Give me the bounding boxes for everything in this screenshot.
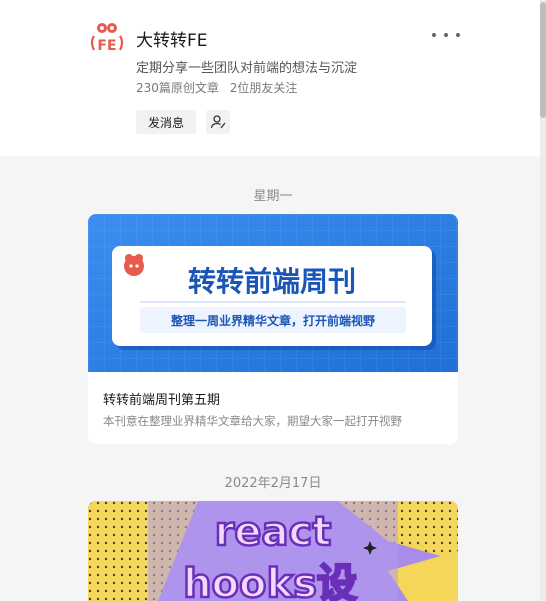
article-title[interactable]: 转转前端周刊第五期 (103, 389, 220, 408)
account-name: 大转转FE (136, 31, 208, 51)
article-summary: 本刊意在整理业界精华文章给大家，期望大家一起打开视野 (103, 414, 402, 428)
cover-line-1: react (215, 509, 332, 555)
date-separator: 星期一 (253, 189, 293, 204)
account-description: 定期分享一些团队对前端的想法与沉淀 (136, 61, 358, 76)
follow-button[interactable] (206, 110, 230, 134)
article-cover-image: react hooks设 (88, 501, 458, 601)
more-dots-icon[interactable] (432, 26, 460, 44)
articles-count: 230篇原创文章 (136, 81, 219, 95)
cover-headline: 转转前端周刊 (188, 265, 356, 298)
logo-text: FE (97, 38, 116, 54)
send-message-button[interactable]: 发消息 (136, 110, 196, 134)
cover-line-2: hooks设 (183, 561, 357, 601)
account-stats: 230篇原创文章 2位朋友关注 (136, 79, 297, 96)
scrollbar-thumb[interactable] (540, 2, 546, 118)
date-separator: 2022年2月17日 (224, 476, 322, 491)
profile-header: FE 大转转FE 定期分享一些团队对前端的想法与沉淀 230篇原创文章 2位朋友… (0, 0, 540, 156)
scrollbar[interactable] (540, 0, 546, 601)
cover-tagline: 整理一周业界精华文章，打开前端视野 (170, 313, 375, 328)
article-card[interactable]: 转转前端周刊 整理一周业界精华文章，打开前端视野 转转前端周刊第五期 本刊意在整… (88, 214, 458, 444)
friends-following[interactable]: 2位朋友关注 (230, 81, 298, 95)
article-card[interactable]: react hooks设 (88, 501, 458, 601)
brand-logo: FE (90, 23, 124, 54)
user-follow-icon (210, 115, 226, 129)
article-cover-image: 转转前端周刊 整理一周业界精华文章，打开前端视野 (88, 214, 458, 372)
